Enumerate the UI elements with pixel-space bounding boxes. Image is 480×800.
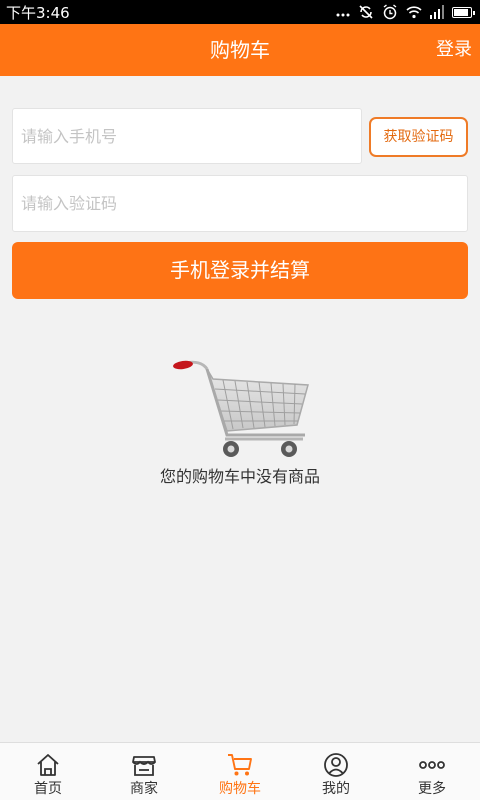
more-icon	[419, 761, 445, 769]
cart-icon	[228, 754, 252, 776]
page-title: 购物车	[210, 38, 270, 62]
store-icon	[132, 756, 156, 776]
phone-login-checkout-button[interactable]: 手机登录并结算	[12, 242, 468, 299]
tab-home[interactable]: 首页	[0, 743, 96, 800]
tab-label-home: 首页	[34, 781, 62, 797]
code-input-container	[12, 175, 468, 232]
tab-label-mine: 我的	[322, 781, 350, 797]
tab-label-cart: 购物车	[219, 781, 261, 797]
tab-more[interactable]: 更多	[384, 743, 480, 800]
status-icons	[336, 4, 475, 20]
login-button[interactable]: 登录	[436, 24, 472, 76]
status-bar: 下午3:46	[0, 0, 480, 24]
empty-cart-message: 您的购物车中没有商品	[159, 467, 320, 486]
wifi-icon	[406, 6, 422, 19]
tab-mine[interactable]: 我的	[288, 743, 384, 800]
battery-level	[454, 8, 469, 16]
more-dots-icon	[336, 13, 350, 17]
alarm-icon	[383, 4, 397, 20]
home-icon	[37, 754, 59, 776]
tab-label-more: 更多	[418, 781, 446, 797]
phone-input-container	[12, 108, 362, 164]
cart-screen: 下午3:46 购物车 登录 请输入手机号 获取验证码 请输入验证码 手机登录并结…	[0, 0, 480, 800]
get-verification-code-button[interactable]: 获取验证码	[369, 117, 468, 157]
verification-code-input[interactable]	[13, 176, 467, 231]
tab-merchants[interactable]: 商家	[96, 743, 192, 800]
battery-icon	[452, 6, 475, 18]
user-icon	[324, 753, 348, 777]
bottom-tab-bar: 首页 商家 购物车 我的 更多	[0, 742, 480, 800]
tab-cart[interactable]: 购物车	[192, 743, 288, 800]
signal-icon	[430, 5, 444, 19]
tab-label-merchants: 商家	[130, 781, 158, 797]
phone-input[interactable]	[13, 109, 361, 163]
status-time: 下午3:46	[6, 3, 70, 22]
sync-off-icon	[359, 5, 373, 19]
app-header: 购物车 登录	[0, 24, 480, 76]
shopping-cart-icon	[173, 360, 309, 457]
